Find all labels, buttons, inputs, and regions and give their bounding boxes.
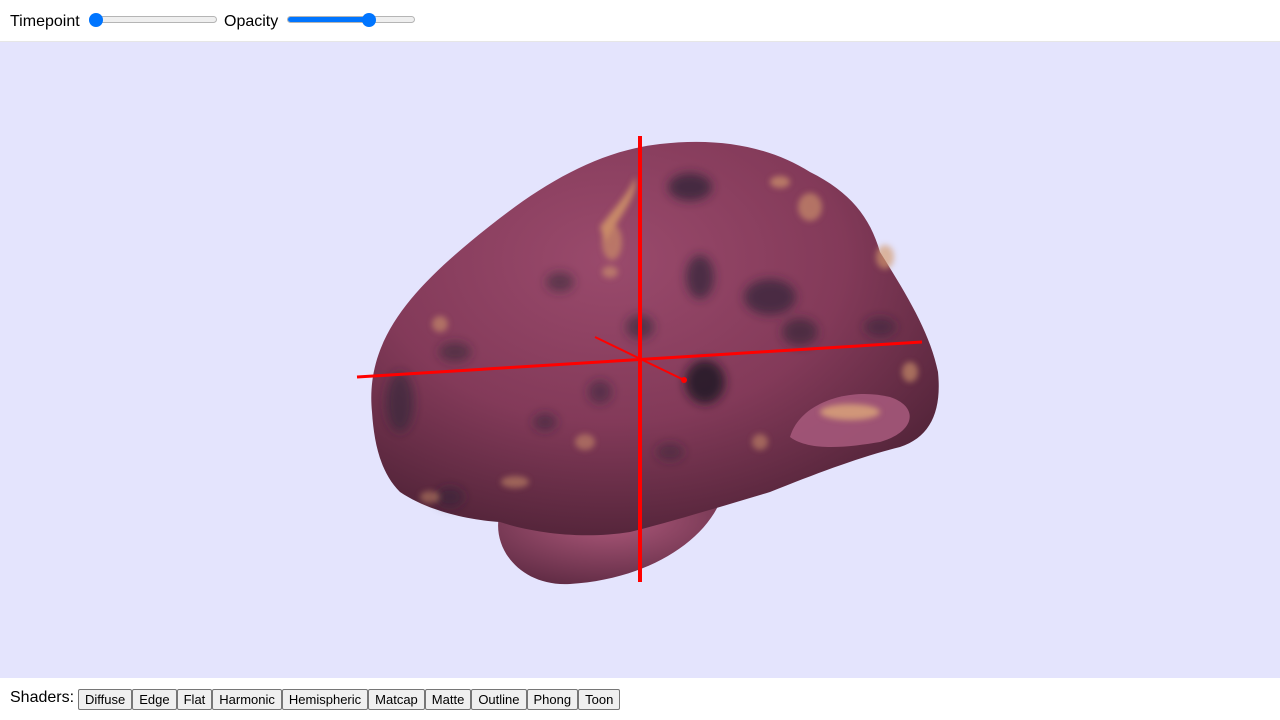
shader-button-diffuse[interactable]: Diffuse [78,689,133,710]
timepoint-slider-track [89,16,217,23]
shader-button-phong[interactable]: Phong [526,689,579,710]
shaders-label: Shaders: [10,689,75,706]
shader-button-matte[interactable]: Matte [424,689,472,710]
shader-button-edge[interactable]: Edge [132,689,177,710]
shader-button-toon[interactable]: Toon [578,689,621,710]
top-toolbar: Timepoint Opacity [0,0,1280,42]
opacity-slider-fill [288,17,371,22]
shader-button-hemispheric[interactable]: Hemispheric [281,689,369,710]
brain-mesh[interactable] [371,141,939,585]
bottom-toolbar: Shaders: Diffuse Edge Flat Harmonic Hemi… [0,678,1280,720]
3d-viewport[interactable] [0,42,1280,678]
crosshair-center-dot [681,377,687,383]
opacity-slider[interactable] [287,10,415,30]
timepoint-label: Timepoint [10,13,80,30]
shader-button-flat[interactable]: Flat [176,689,213,710]
viewport-canvas[interactable] [0,42,1280,678]
shader-button-group: Diffuse Edge Flat Harmonic Hemispheric M… [78,689,621,710]
opacity-slider-thumb[interactable] [362,13,377,27]
timepoint-slider[interactable] [89,10,217,30]
brain-hemisphere [371,141,939,536]
shader-button-outline[interactable]: Outline [471,689,527,710]
opacity-slider-track [287,16,415,23]
shader-button-harmonic[interactable]: Harmonic [212,689,282,710]
shader-button-matcap[interactable]: Matcap [368,689,425,710]
opacity-label: Opacity [224,13,279,30]
timepoint-slider-thumb[interactable] [89,13,103,27]
